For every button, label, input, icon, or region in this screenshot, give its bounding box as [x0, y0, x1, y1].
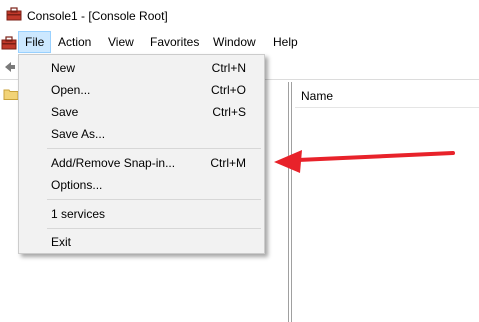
menu-item-save-as[interactable]: Save As... [19, 123, 264, 145]
menu-item-label: Options... [51, 178, 103, 192]
title-bar: Console1 - [Console Root] [0, 0, 479, 32]
menu-item-label: Add/Remove Snap-in... [51, 156, 176, 170]
menu-item-open[interactable]: Open... Ctrl+O [19, 79, 264, 101]
menu-view[interactable]: View [102, 32, 140, 52]
menu-item-label: Save [51, 105, 79, 119]
menu-item-label: Exit [51, 235, 72, 249]
annotation-arrow [274, 150, 455, 173]
menu-separator [47, 199, 261, 200]
menu-item-label: New [51, 61, 76, 75]
column-header-name[interactable]: Name [295, 84, 479, 108]
menu-separator [47, 148, 261, 149]
menu-item-add-remove-snap-in[interactable]: Add/Remove Snap-in... Ctrl+M [19, 152, 264, 174]
result-pane[interactable] [291, 82, 479, 322]
menu-item-shortcut: Ctrl+O [210, 83, 246, 97]
menu-separator [47, 228, 261, 229]
menu-item-shortcut: Ctrl+N [211, 61, 246, 75]
menu-item-label: Open... [51, 83, 91, 97]
menu-item-label: Save As... [51, 127, 106, 141]
menu-item-options[interactable]: Options... [19, 174, 264, 196]
file-menu-dropdown: New Ctrl+N Open... Ctrl+O Save Ctrl+S Sa… [18, 54, 265, 254]
menu-item-save[interactable]: Save Ctrl+S [19, 101, 264, 123]
menu-item-shortcut: Ctrl+S [212, 105, 246, 119]
menu-window[interactable]: Window [207, 32, 262, 52]
menu-item-exit[interactable]: Exit [19, 231, 264, 253]
menu-item-label: 1 services [51, 207, 106, 221]
toolbox-icon[interactable] [1, 36, 17, 50]
window-title: Console1 - [Console Root] [27, 9, 168, 23]
menu-item-shortcut: Ctrl+M [210, 156, 246, 170]
menu-favorites[interactable]: Favorites [144, 32, 205, 52]
console-icon [6, 7, 22, 21]
menu-item-new[interactable]: New Ctrl+N [19, 57, 264, 79]
folder-icon[interactable] [3, 88, 19, 100]
menu-help[interactable]: Help [267, 32, 304, 52]
menu-file[interactable]: File [18, 31, 52, 53]
menu-item-recent-1[interactable]: 1 services [19, 203, 264, 225]
back-arrow-icon[interactable] [4, 61, 16, 73]
menu-action[interactable]: Action [52, 32, 97, 52]
menu-bar: File Action View Favorites Window Help [0, 31, 479, 54]
